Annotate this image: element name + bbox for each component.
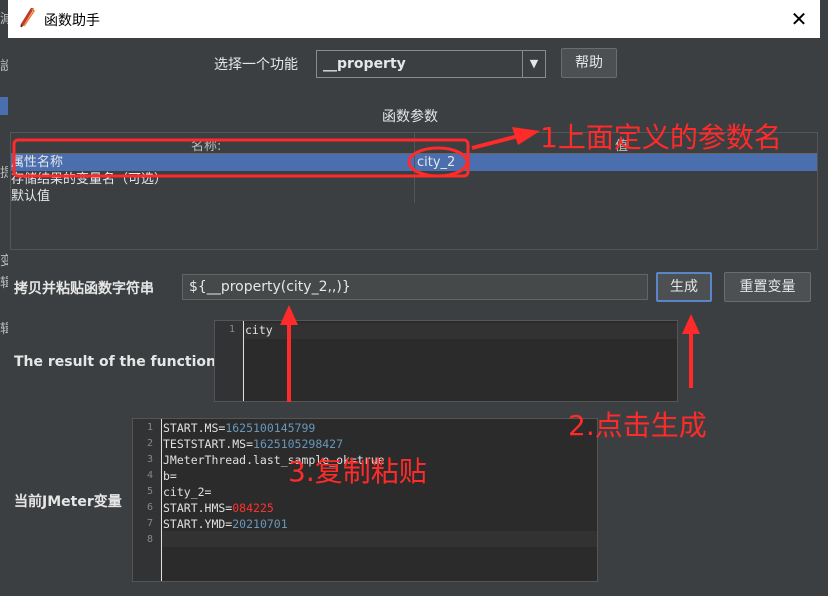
annotation-text-3: 3.复制粘贴 [288,455,427,488]
param-value[interactable]: city_2 [417,154,455,171]
header-name: 名称: [191,139,222,154]
function-helper-dialog: 函数助手 ✕ 选择一个功能 __property ▼ 帮助 函数参数 名称: 值… [8,0,820,596]
function-string-input[interactable]: ${__property(city_2,,)} [182,274,648,300]
vars-label: 当前JMeter变量 [14,494,122,510]
params-section-title: 函数参数 [382,109,438,125]
variable-value: 1625100145799 [225,421,316,435]
variable-value: 1625105298427 [253,437,344,451]
result-text: city [245,323,273,337]
copy-label: 拷贝并粘贴函数字符串 [14,281,154,297]
vars-editor[interactable]: 1 START.MS=1625100145799 2 TESTSTART.MS=162… [132,418,598,582]
variable-key: START.YMD= [163,517,233,531]
line-number: 3 [146,454,153,465]
line-number: 8 [146,534,153,545]
line-number: 6 [146,502,153,513]
window-title: 函数助手 [44,13,100,29]
close-button[interactable]: ✕ [788,8,810,30]
param-name: 存储结果的变量名（可选） [11,172,168,187]
variable-line: START.YMD=20210701 [163,517,288,531]
feather-icon [20,8,35,28]
variable-key: b= [163,469,177,483]
function-select-label: 选择一个功能 [214,57,298,73]
variable-key: START.HMS= [163,501,233,515]
variable-value: 084225 [232,501,274,515]
line-number: 1 [228,324,235,335]
variable-key: TESTSTART.MS= [163,437,254,451]
current-line-highlight [244,323,677,339]
function-select[interactable]: __property ▼ [316,50,546,78]
help-button[interactable]: 帮助 [561,48,617,78]
line-number: 1 [146,422,153,433]
title-bar[interactable]: 函数助手 ✕ [8,0,820,38]
result-label: The result of the function is [14,354,234,370]
result-editor[interactable]: 1 city [214,320,678,402]
column-divider [414,133,415,203]
variable-value: 20210701 [232,517,288,531]
chevron-down-icon[interactable]: ▼ [522,51,545,77]
function-select-value: __property [323,56,406,72]
annotation-text-1: 1上面定义的参数名 [540,121,782,154]
variable-line: city_2= [163,485,211,499]
variable-key: city_2= [163,485,212,499]
variable-line: TESTSTART.MS=1625105298427 [163,437,343,451]
generate-button[interactable]: 生成 [656,272,712,302]
variable-key: START.MS= [163,421,226,435]
param-name: 属性名称 [11,155,64,170]
variable-line: START.HMS=084225 [163,501,274,515]
line-number: 2 [146,438,153,449]
variable-line: b= [163,469,177,483]
reset-variables-button[interactable]: 重置变量 [724,272,811,302]
current-line-highlight [162,531,597,547]
line-number: 4 [146,470,153,481]
line-number: 7 [146,518,153,529]
variable-line: START.MS=1625100145799 [163,421,315,435]
param-name: 默认值 [11,189,51,204]
line-number: 5 [146,486,153,497]
annotation-text-2: 2.点击生成 [568,409,707,442]
